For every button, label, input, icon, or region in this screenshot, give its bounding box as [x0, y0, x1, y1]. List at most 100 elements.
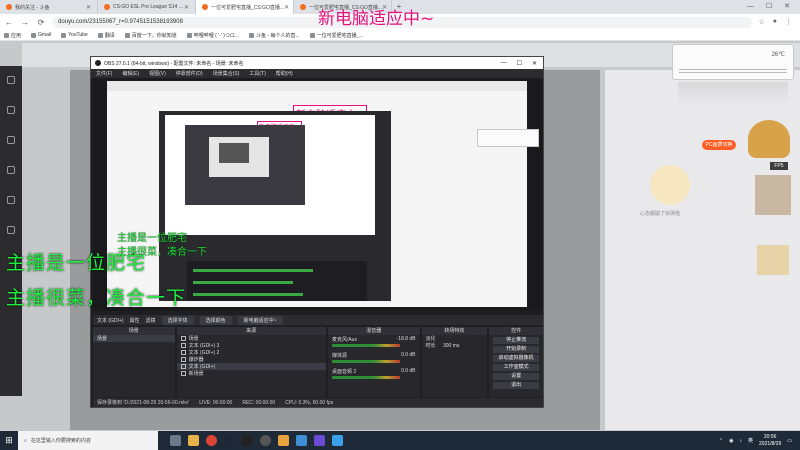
- obs-docks: 场景 场景 来源 场景 文本 (GDI+) 3 文本 (GDI+) 2 爆炸器 …: [93, 327, 543, 397]
- nav-live-icon[interactable]: [0, 106, 22, 116]
- volume-slider[interactable]: [331, 376, 400, 379]
- input-language[interactable]: 英: [748, 437, 753, 444]
- nested-obs-preview-3: [209, 137, 269, 177]
- steam-icon[interactable]: [224, 435, 235, 446]
- maximize-icon[interactable]: ☐: [766, 0, 772, 14]
- volume-slider[interactable]: [331, 360, 400, 363]
- file-explorer-icon[interactable]: [188, 435, 199, 446]
- browser-tab-0[interactable]: 我的关注 - 斗鱼 ✕: [0, 0, 98, 14]
- source-item[interactable]: 文本 (GDI+) 3: [177, 342, 326, 349]
- back-icon[interactable]: ←: [4, 18, 14, 27]
- controls-header: 控件: [489, 327, 543, 335]
- minimize-icon[interactable]: —: [747, 0, 754, 14]
- browser-tab-1[interactable]: CS:GO ESL Pro League S14 ... ✕: [98, 0, 196, 14]
- taskbar-search[interactable]: ⌕ 在这里输入你要搜索的内容: [18, 431, 158, 450]
- stop-streaming-button[interactable]: 停止推流: [493, 337, 539, 344]
- network-icon[interactable]: ◉: [729, 438, 733, 444]
- baidu-icon: [124, 32, 130, 38]
- pc-quality-badge[interactable]: PC画质切换: [702, 140, 736, 150]
- menu-edit[interactable]: 编辑(E): [122, 70, 139, 77]
- source-item[interactable]: 文本 (GDI+): [176, 363, 326, 370]
- nav-video-icon[interactable]: [0, 136, 22, 146]
- source-item[interactable]: 爆炸器: [177, 356, 326, 363]
- app-icon[interactable]: [314, 435, 325, 446]
- close-icon[interactable]: ✕: [532, 60, 537, 67]
- epic-icon[interactable]: [242, 435, 253, 446]
- menu-icon[interactable]: ⋮: [785, 18, 792, 26]
- selected-source-label: 文本 (GDI+): [97, 317, 124, 324]
- douyu-icon: [249, 32, 255, 38]
- star-icon[interactable]: ☆: [758, 18, 764, 26]
- mixer-row: 媒体源 0.0 dB: [328, 351, 420, 367]
- select-font-button[interactable]: 选择字体: [161, 315, 194, 325]
- studio-mode-button[interactable]: 工作室模式: [493, 364, 539, 371]
- nav-esports-icon[interactable]: [0, 196, 22, 206]
- maximize-icon[interactable]: ☐: [517, 60, 522, 67]
- scene-icon: [180, 336, 186, 341]
- source-item[interactable]: 新场景: [177, 370, 326, 377]
- app-icon[interactable]: [332, 435, 343, 446]
- reload-icon[interactable]: ⟳: [36, 18, 46, 27]
- bookmark-douyu[interactable]: 斗鱼 - 每个人的直...: [249, 32, 300, 39]
- bookmark-apps[interactable]: 应用: [4, 32, 21, 39]
- menu-view[interactable]: 视图(V): [149, 70, 166, 77]
- profile-icon[interactable]: ●: [773, 18, 777, 26]
- browser-tab-2[interactable]: 一位可爱肥宅直播_CS:GO直播... ✕: [196, 0, 294, 14]
- menu-docks[interactable]: 停靠部件(D): [176, 70, 203, 77]
- app-icon[interactable]: [278, 435, 289, 446]
- close-icon[interactable]: ✕: [284, 4, 289, 11]
- volume-icon[interactable]: ♪: [740, 438, 743, 444]
- menu-tools[interactable]: 工具(T): [249, 70, 265, 77]
- text-content-field[interactable]: 新电脑适应中~: [237, 315, 283, 325]
- transition-select[interactable]: 淡化: [422, 335, 488, 342]
- close-window-icon[interactable]: ✕: [784, 0, 790, 14]
- virtual-camera-button[interactable]: 启动虚拟摄像机: [493, 355, 539, 362]
- live-indicator: LIVE: 00:00:00: [199, 399, 233, 406]
- volume-slider[interactable]: [331, 344, 400, 347]
- bookmark-translate[interactable]: 翻译: [97, 32, 115, 39]
- scenes-dock: 场景 场景: [93, 327, 175, 397]
- forward-icon[interactable]: →: [20, 18, 30, 27]
- scene-item[interactable]: 场景: [93, 335, 175, 342]
- close-icon[interactable]: ✕: [86, 4, 91, 11]
- nav-game-icon[interactable]: [0, 166, 22, 176]
- obs-preview[interactable]: 新电脑适应中~ 新电脑适应中~ 主播是一位肥宅: [93, 79, 543, 311]
- exit-button[interactable]: 退出: [493, 382, 539, 389]
- nav-home-icon[interactable]: [0, 76, 22, 86]
- bookmark-bilibili[interactable]: 哔哩哔哩 ( '-' )つロ...: [186, 32, 239, 39]
- nav-more-icon[interactable]: [0, 226, 22, 236]
- obs-window: OBS 27.0.1 (64-bit, windows) - 配置文件: 未命名…: [90, 56, 544, 408]
- filters-button[interactable]: 滤镜: [146, 317, 156, 324]
- minimize-icon[interactable]: —: [501, 60, 507, 67]
- source-item[interactable]: 场景: [177, 335, 326, 342]
- gift-card[interactable]: [757, 245, 789, 275]
- bookmark-youtube[interactable]: YouTube: [61, 32, 88, 38]
- bookmark-baidu[interactable]: 百度一下，你就知道: [124, 32, 177, 39]
- source-item[interactable]: 文本 (GDI+) 2: [177, 349, 326, 356]
- taskbar-clock[interactable]: 20:56 2021/8/29: [759, 434, 781, 448]
- task-view-icon[interactable]: [170, 435, 181, 446]
- promo-card[interactable]: [755, 175, 791, 215]
- chrome-icon[interactable]: [206, 435, 217, 446]
- menu-file[interactable]: 文件(F): [96, 70, 112, 77]
- close-icon[interactable]: ✕: [184, 4, 189, 11]
- menu-help[interactable]: 帮助(H): [276, 70, 293, 77]
- nested-mixer-bar: [193, 269, 313, 272]
- start-recording-button[interactable]: 开始录制: [493, 346, 539, 353]
- select-color-button[interactable]: 选择颜色: [199, 315, 232, 325]
- youtube-icon: [61, 32, 67, 38]
- properties-button[interactable]: 属性: [130, 317, 140, 324]
- bookmark-douyu-room[interactable]: 一位可爱肥宅直播_...: [309, 32, 364, 39]
- nested-obs-preview-2: [185, 125, 305, 205]
- obs-titlebar: OBS 27.0.1 (64-bit, windows) - 配置文件: 未命名…: [91, 57, 543, 69]
- notification-icon[interactable]: ▭: [787, 438, 792, 444]
- duration-field[interactable]: 时长 300 ms: [422, 342, 488, 350]
- settings-button[interactable]: 设置: [493, 373, 539, 380]
- bookmark-gmail[interactable]: Gmail: [31, 32, 51, 38]
- windows-start-icon[interactable]: ⊞: [0, 431, 18, 450]
- search-icon: ⌕: [24, 437, 27, 444]
- app-icon[interactable]: [296, 435, 307, 446]
- menu-scene-collection[interactable]: 场景集合(S): [213, 70, 240, 77]
- obs-icon[interactable]: [260, 435, 271, 446]
- chevron-up-icon[interactable]: ⌃: [719, 438, 723, 444]
